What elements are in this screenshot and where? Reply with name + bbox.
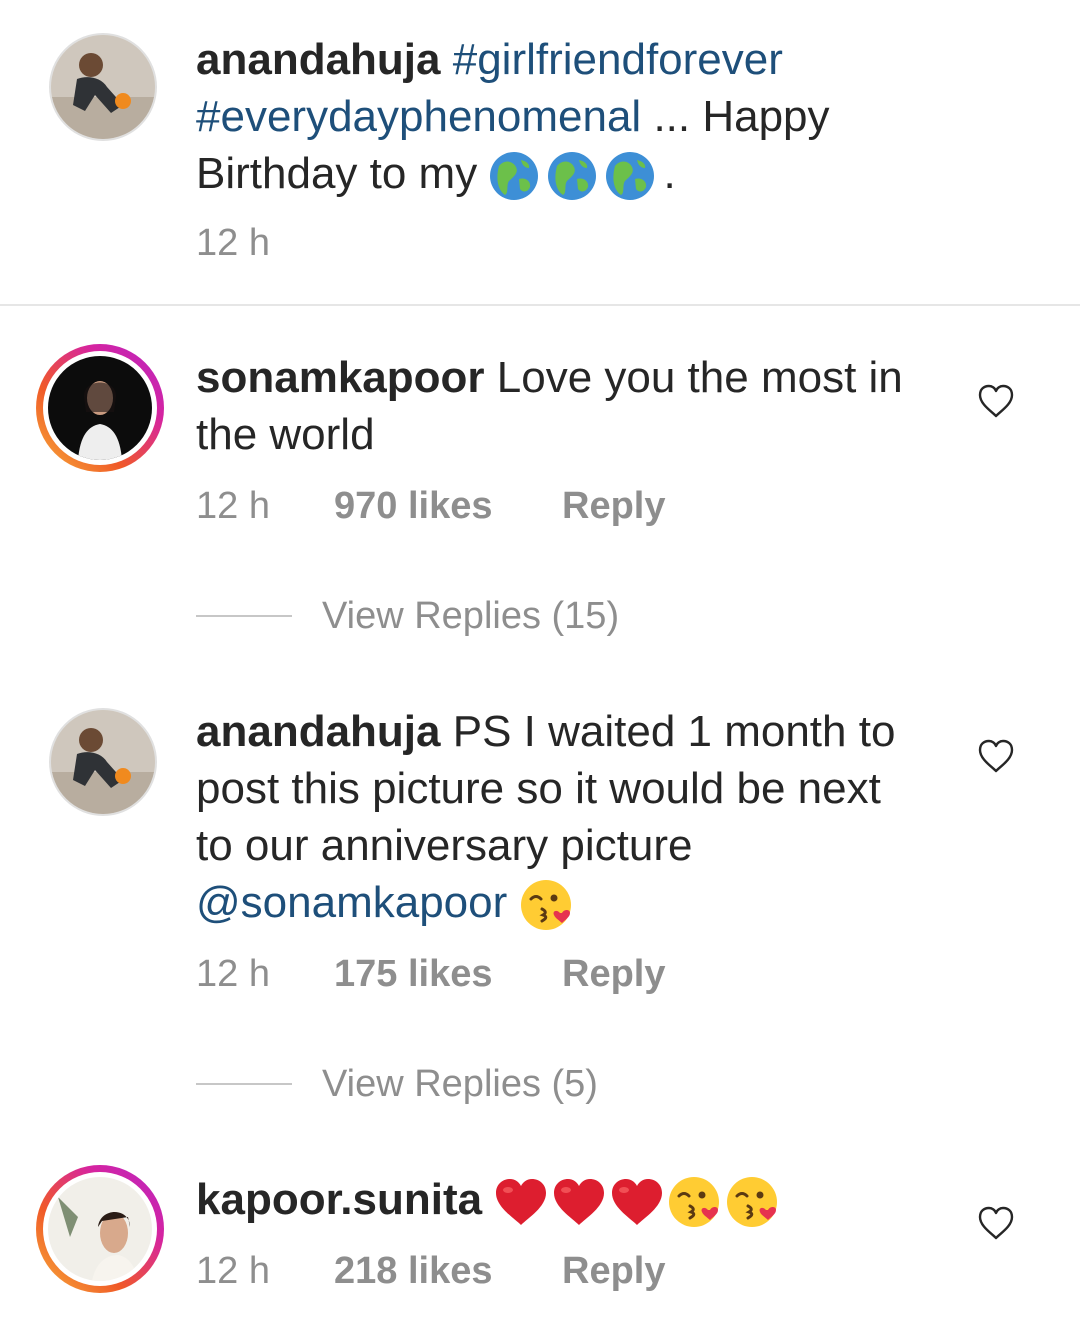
caption-timestamp: 12 h [196,221,270,264]
reply-button[interactable]: Reply [562,485,665,528]
globe-africa-icon [489,151,539,201]
caption-meta: 12 h [196,218,334,268]
comment-meta: 12 h 970 likes Reply [196,481,665,531]
comment-text: kapoor.sunita [196,1171,916,1228]
kissing-face-icon [668,1176,720,1228]
comment-meta: 12 h 175 likes Reply [196,949,665,999]
replies-line [196,615,292,617]
red-heart-icon [552,1177,606,1227]
red-heart-icon [610,1177,664,1227]
avatar-sonamkapoor[interactable] [36,344,164,472]
view-replies-button[interactable]: View Replies (15) [196,591,619,641]
comment-username[interactable]: sonamkapoor [196,353,485,402]
comment-text: anandahuja PS I waited 1 month to post t… [196,703,916,931]
comment-likes[interactable]: 175 likes [334,953,562,996]
avatar-photo [48,356,152,460]
globe-asia-icon [605,151,655,201]
comment-likes[interactable]: 970 likes [334,485,562,528]
caption-username[interactable]: anandahuja [196,35,441,84]
kissing-face-icon [520,879,572,931]
mention-link[interactable]: @sonamkapoor [196,878,507,927]
red-heart-icon [494,1177,548,1227]
avatar-kapoor-sunita[interactable] [36,1165,164,1293]
view-replies-label: View Replies (15) [322,594,620,637]
hashtag-girlfriendforever[interactable]: #girlfriendforever [453,35,783,84]
avatar-photo [51,710,155,814]
avatar-anandahuja[interactable] [49,33,157,141]
comment-likes[interactable]: 218 likes [334,1250,562,1293]
hashtag-everydayphenomenal[interactable]: #everydayphenomenal [196,92,641,141]
comment-username[interactable]: kapoor.sunita [196,1175,482,1224]
view-replies-button[interactable]: View Replies (5) [196,1059,598,1109]
replies-line [196,1083,292,1085]
like-heart-icon[interactable] [977,383,1015,419]
view-replies-label: View Replies (5) [322,1062,598,1105]
avatar-anandahuja[interactable] [49,708,157,816]
globe-americas-icon [547,151,597,201]
divider [0,304,1080,306]
kissing-face-icon [726,1176,778,1228]
comment-meta: 12 h 218 likes Reply [196,1246,665,1296]
comment-timestamp: 12 h [196,484,270,527]
avatar-photo [51,35,155,139]
avatar-photo [48,1177,152,1281]
caption-text: anandahuja #girlfriendforever #everydayp… [196,31,916,202]
comment-username[interactable]: anandahuja [196,707,441,756]
comment-timestamp: 12 h [196,952,270,995]
reply-button[interactable]: Reply [562,953,665,996]
like-heart-icon[interactable] [977,1205,1015,1241]
comment-text: sonamkapoor Love you the most in the wor… [196,349,916,463]
caption-period: . [663,149,676,198]
like-heart-icon[interactable] [977,738,1015,774]
comment-timestamp: 12 h [196,1249,270,1292]
reply-button[interactable]: Reply [562,1250,665,1293]
